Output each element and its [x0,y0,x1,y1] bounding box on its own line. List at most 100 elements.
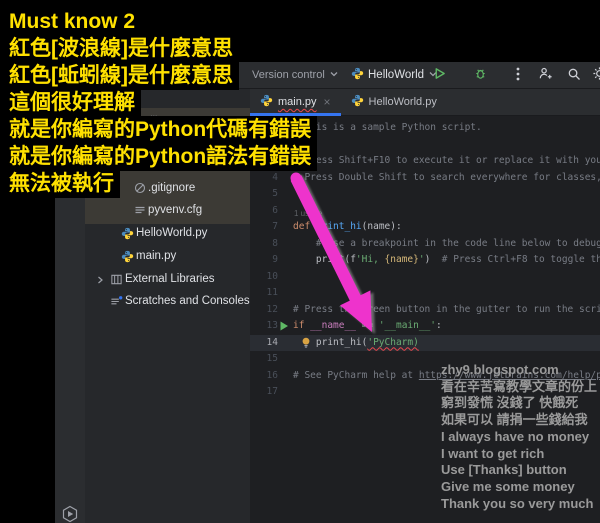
code-token: # Press Double Shift to search everywher… [293,171,600,183]
watermark-text: zhy9.blogspot.com 看在辛苦寫教學文章的份上 窮到發慌 沒錢了 快餓… [441,362,597,512]
annotation-line: 紅色[波浪線]是什麼意思 [4,35,239,63]
services-button[interactable] [61,505,79,523]
watermark-line: zhy9.blogspot.com [441,362,559,377]
run-button[interactable] [433,62,446,88]
annotation-line: 就是你編寫的Python代碼有錯誤 [4,116,318,144]
code-token: if [293,320,311,331]
code-line: def print_hi(name): [293,219,600,236]
debug-icon [474,67,487,83]
gutter-line-number: 15 [266,353,278,364]
annotation-line: 無法被執行 [4,170,120,198]
quickfix-lightbulb-icon[interactable] [301,337,311,349]
watermark-line: Use [Thanks] button [441,462,567,478]
watermark-line: I want to get rich [441,445,545,461]
tree-item-label: HelloWorld.py [136,227,208,239]
more-icon [516,67,520,84]
code-token: '__main__' [378,320,437,331]
run-config-label: HelloWorld [368,69,425,81]
hexagon-play-icon [61,505,79,523]
watermark-line: I always have no money [441,428,590,444]
code-line: # Use a breakpoint in the code line belo… [293,236,600,253]
watermark-line: Thank you so very much [441,495,594,511]
code-token: : [436,320,442,331]
vcs-widget[interactable]: Version control [252,62,339,88]
search-icon [567,67,581,84]
config-file-icon [134,204,148,218]
search-everywhere-button[interactable] [567,62,581,88]
tab-main-py[interactable]: main.py × [250,89,341,116]
gutter-line-number: 13 [266,320,278,331]
code-line: print_hi('PyCharm) [293,335,600,352]
gutter-line-number: 11 [266,287,278,298]
scratch-icon [110,295,124,309]
code-token: == [355,320,379,331]
run-icon [433,67,446,83]
usage-inlay-hint: 1 usage [294,209,323,218]
code-line: # Press Double Shift to search everywher… [293,170,600,187]
code-token: ) [424,254,442,265]
add-user-icon [538,66,553,84]
debug-button[interactable] [474,62,487,88]
gutter-line-number: 5 [272,188,278,199]
python-icon [351,94,364,110]
annotation-line: 就是你編寫的Python語法有錯誤 [4,143,318,171]
tree-item-helloworld-py[interactable]: HelloWorld.py [85,224,250,245]
code-line: print(f'Hi, {name}') # Press Ctrl+F8 to … [293,252,600,269]
code-token: 'Hi, [355,254,385,265]
tree-item-external-libraries[interactable]: External Libraries [85,270,250,291]
tree-item-main-py[interactable]: main.py [85,247,250,268]
tree-item-pyvenv-cfg[interactable]: pyvenv.cfg [85,201,250,222]
editor-tab-bar: main.py × HelloWorld.py [250,89,600,116]
tab-label: HelloWorld.py [368,96,437,108]
gutter-line-number: 10 [266,270,278,282]
code-token: # Press Shift+F10 to execute it or repla… [293,155,600,166]
annotation-line: 紅色[蚯蚓線]是什麼意思 [4,62,239,90]
watermark-line: Give me some money [441,478,575,494]
watermark-line: 看在辛苦寫教學文章的份上 [441,378,598,394]
settings-button[interactable] [592,62,600,88]
code-with-me-button[interactable] [538,62,553,88]
tree-item-label: External Libraries [125,273,215,285]
python-icon [351,67,364,83]
close-icon[interactable]: × [324,95,331,109]
more-actions-button[interactable] [516,62,520,88]
tab-helloworld-py[interactable]: HelloWorld.py [341,89,447,115]
run-line-icon[interactable] [279,321,289,331]
watermark-line: 窮到發慌 沒錢了 快餓死 [441,395,579,411]
run-config-selector[interactable]: HelloWorld [351,62,438,88]
code-token: # Press the green button in the gutter t… [293,303,600,315]
tree-item-label: .gitignore [148,182,196,194]
code-token: # See PyCharm help at [293,369,419,381]
tree-item-label: Scratches and Consoles [125,295,250,307]
screenshot-canvas: Version control HelloWorld .gitignore py… [0,0,600,523]
code-token: # Use a breakpoint in the code line belo… [293,237,600,249]
code-line: # This is a sample Python script. [293,120,600,137]
annotation-line: 這個很好理解 [4,89,141,117]
library-icon [110,273,124,287]
chevron-right-icon[interactable] [95,275,105,285]
code-token: 'PyCharm) [367,336,419,348]
gutter-line-number: 7 [272,221,278,232]
code-token: (name): [361,221,402,232]
gutter-line-number: 4 [272,171,278,183]
no-entry-icon [134,182,148,196]
gutter-line-number: 14 [266,336,278,348]
code-token: def [293,221,316,232]
python-icon [260,94,273,110]
tab-label: main.py [278,96,317,108]
gutter-line-number: 6 [272,204,278,216]
gutter-line-number: 12 [266,303,278,315]
code-token: print_hi [315,221,362,232]
code-line: if __name__ == '__main__': [293,318,600,335]
tree-item-label: pyvenv.cfg [148,204,203,216]
gutter-line-number: 16 [266,369,278,381]
python-icon [121,250,135,264]
gutter-line-number: 8 [272,237,278,249]
tree-item-scratches-and-consoles[interactable]: Scratches and Consoles [85,292,250,313]
settings-icon [592,66,600,84]
